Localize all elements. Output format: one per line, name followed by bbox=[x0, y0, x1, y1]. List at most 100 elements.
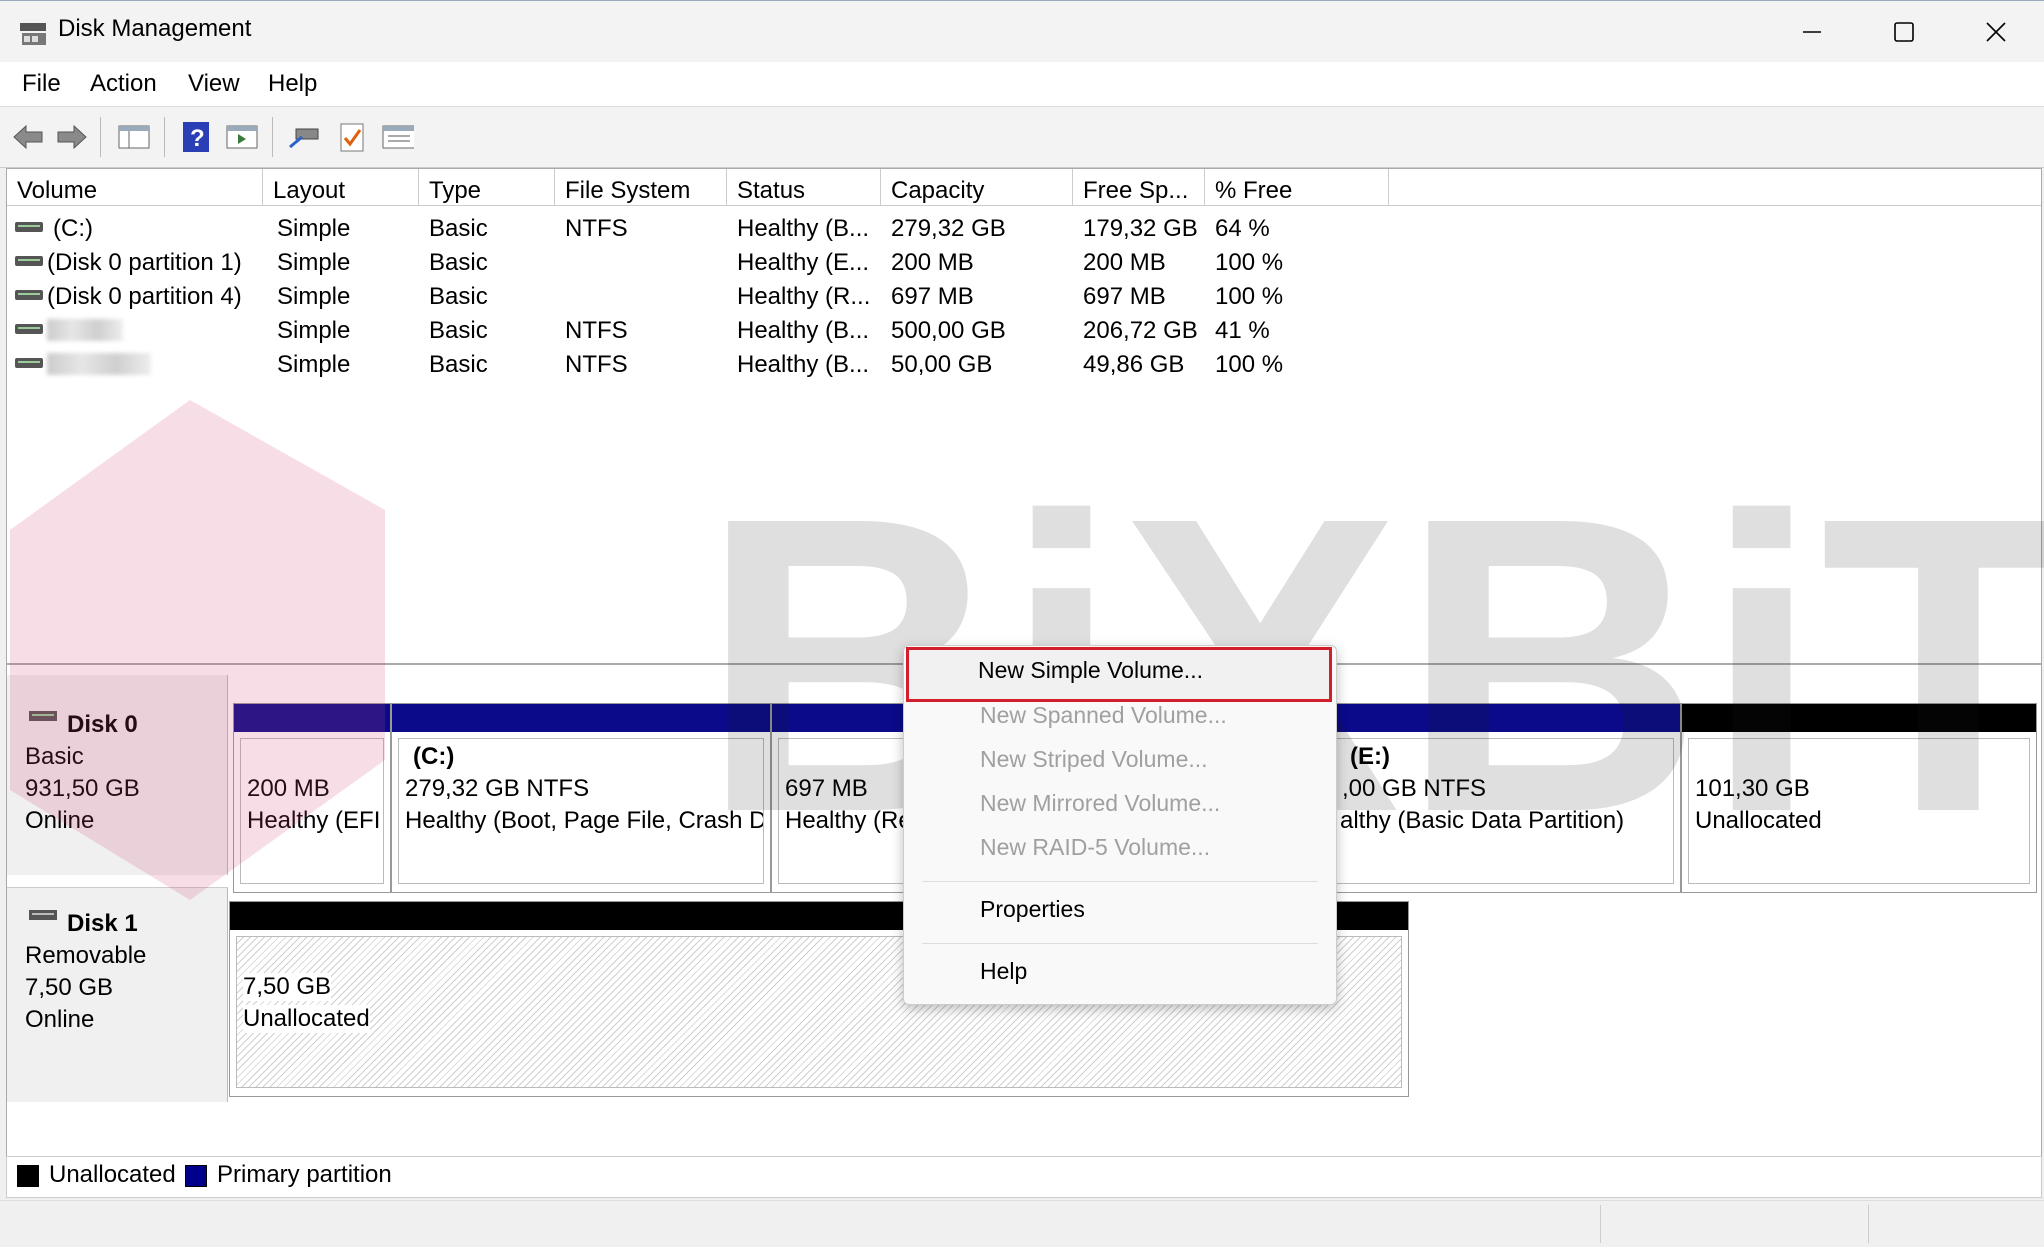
primary-bar bbox=[392, 704, 770, 732]
menu-new-raid5-volume[interactable]: New RAID-5 Volume... bbox=[904, 826, 1336, 870]
volume-capacity: 697 MB bbox=[891, 283, 974, 310]
menu-help[interactable]: Help bbox=[268, 70, 317, 98]
volume-free: 697 MB bbox=[1083, 283, 1166, 310]
volume-status: Healthy (B... bbox=[737, 215, 870, 242]
toolbar: ? bbox=[0, 106, 2044, 168]
menu-help-item[interactable]: Help bbox=[904, 950, 1336, 994]
volume-status: Healthy (E... bbox=[737, 249, 870, 276]
partition-status: Healthy (Re bbox=[785, 807, 912, 834]
disk-management-icon bbox=[18, 17, 50, 47]
volume-capacity: 500,00 GB bbox=[891, 317, 1006, 344]
column-type[interactable]: Type bbox=[419, 169, 555, 205]
volume-row[interactable]: (Disk 0 partition 4) Simple Basic Health… bbox=[7, 279, 2041, 313]
volume-layout: Simple bbox=[277, 351, 351, 378]
help-icon[interactable]: ? bbox=[180, 121, 212, 153]
legend-primary-label: Primary partition bbox=[217, 1161, 392, 1188]
column-capacity[interactable]: Capacity bbox=[881, 169, 1073, 205]
window-title: Disk Management bbox=[58, 15, 252, 42]
console-tree-icon[interactable] bbox=[118, 121, 150, 153]
legend-unallocated-swatch bbox=[17, 1165, 39, 1187]
toolbar-separator bbox=[272, 117, 273, 157]
volume-pct: 100 % bbox=[1215, 283, 1284, 310]
column-layout[interactable]: Layout bbox=[263, 169, 419, 205]
volume-type: Basic bbox=[429, 351, 488, 378]
volume-layout: Simple bbox=[277, 283, 351, 310]
volume-layout: Simple bbox=[277, 215, 351, 242]
menu-properties[interactable]: Properties bbox=[904, 888, 1336, 932]
partition-c[interactable]: (C:) 279,32 GB NTFS Healthy (Boot, Page … bbox=[391, 703, 771, 893]
menu-separator bbox=[922, 881, 1318, 882]
disk1-name: Disk 1 bbox=[67, 910, 138, 937]
partition-status: Unallocated bbox=[243, 1005, 370, 1033]
primary-bar bbox=[772, 704, 920, 732]
volume-pct: 100 % bbox=[1215, 351, 1284, 378]
unallocated-bar bbox=[1682, 704, 2036, 732]
partition-size: 200 MB bbox=[247, 775, 330, 802]
connect-icon[interactable] bbox=[288, 121, 320, 153]
disk0-name: Disk 0 bbox=[67, 711, 138, 738]
toolbar-separator bbox=[164, 117, 165, 157]
disk0-size: 931,50 GB bbox=[25, 775, 140, 802]
back-arrow-icon[interactable] bbox=[12, 121, 44, 153]
volume-row[interactable]: (C:) Simple Basic NTFS Healthy (B... 279… bbox=[7, 211, 2041, 245]
column-status[interactable]: Status bbox=[727, 169, 881, 205]
legend-primary-swatch bbox=[185, 1165, 207, 1187]
menu-bar: File Action View Help bbox=[0, 62, 2044, 106]
volume-free: 206,72 GB bbox=[1083, 317, 1198, 344]
blurred-volume-name bbox=[47, 319, 123, 341]
legend-unallocated-label: Unallocated bbox=[49, 1161, 176, 1188]
partition-body: (C:) 279,32 GB NTFS Healthy (Boot, Page … bbox=[398, 738, 764, 884]
primary-bar bbox=[234, 704, 390, 732]
toolbar-separator bbox=[100, 117, 101, 157]
partition-body: 200 MB Healthy (EFI bbox=[240, 738, 384, 884]
disk0-kind: Basic bbox=[25, 743, 84, 770]
close-button[interactable] bbox=[1950, 1, 2042, 63]
column-volume[interactable]: Volume bbox=[7, 169, 263, 205]
maximize-icon bbox=[1894, 22, 1914, 42]
maximize-button[interactable] bbox=[1858, 1, 1950, 63]
column-file-system[interactable]: File System bbox=[555, 169, 727, 205]
column-percent-free[interactable]: % Free bbox=[1205, 169, 1389, 205]
partition-size: 101,30 GB bbox=[1695, 775, 1810, 802]
partition-status: Healthy (Boot, Page File, Crash D bbox=[405, 807, 764, 834]
forward-arrow-icon[interactable] bbox=[56, 121, 88, 153]
menu-new-striped-volume[interactable]: New Striped Volume... bbox=[904, 738, 1336, 782]
volume-row[interactable]: Simple Basic NTFS Healthy (B... 500,00 G… bbox=[7, 313, 2041, 347]
disk0-info[interactable]: Disk 0 Basic 931,50 GB Online bbox=[7, 675, 228, 875]
partition-body: 101,30 GB Unallocated bbox=[1688, 738, 2030, 884]
volume-fs: NTFS bbox=[565, 215, 628, 242]
volume-layout: Simple bbox=[277, 249, 351, 276]
properties-list-icon[interactable] bbox=[382, 121, 414, 153]
menu-new-mirrored-volume[interactable]: New Mirrored Volume... bbox=[904, 782, 1336, 826]
highlighted-item-label[interactable]: New Simple Volume... bbox=[978, 657, 1203, 684]
volume-row[interactable]: (Disk 0 partition 1) Simple Basic Health… bbox=[7, 245, 2041, 279]
minimize-button[interactable] bbox=[1766, 1, 1858, 63]
partition-status: Healthy (EFI bbox=[247, 807, 381, 834]
partition-unallocated-disk0[interactable]: 101,30 GB Unallocated bbox=[1681, 703, 2037, 893]
partition-recovery[interactable]: 697 MB Healthy (Re bbox=[771, 703, 921, 893]
volume-capacity: 200 MB bbox=[891, 249, 974, 276]
menu-file[interactable]: File bbox=[22, 70, 61, 98]
volume-pct: 41 % bbox=[1215, 317, 1270, 344]
menu-view[interactable]: View bbox=[188, 70, 240, 98]
status-divider bbox=[1868, 1205, 1869, 1243]
drive-icon bbox=[15, 290, 43, 300]
partition-efi[interactable]: 200 MB Healthy (EFI bbox=[233, 703, 391, 893]
column-free-space[interactable]: Free Sp... bbox=[1073, 169, 1205, 205]
disk1-info[interactable]: Disk 1 Removable 7,50 GB Online bbox=[7, 887, 228, 1102]
disk1-state: Online bbox=[25, 1006, 95, 1033]
disk0-state: Online bbox=[25, 807, 95, 834]
volume-name: (C:) bbox=[53, 215, 93, 242]
volume-type: Basic bbox=[429, 249, 488, 276]
volume-row[interactable]: Simple Basic NTFS Healthy (B... 50,00 GB… bbox=[7, 347, 2041, 381]
partition-size-e: ,00 GB NTFS bbox=[1342, 775, 1487, 802]
partition-title: (C:) bbox=[413, 743, 455, 770]
drive-icon bbox=[15, 324, 43, 334]
volume-free: 200 MB bbox=[1083, 249, 1166, 276]
menu-action[interactable]: Action bbox=[90, 70, 157, 98]
volume-fs: NTFS bbox=[565, 351, 628, 378]
checklist-icon[interactable] bbox=[336, 121, 368, 153]
disk1-size: 7,50 GB bbox=[25, 974, 114, 1001]
volume-type: Basic bbox=[429, 283, 488, 310]
action-pane-icon[interactable] bbox=[226, 121, 258, 153]
